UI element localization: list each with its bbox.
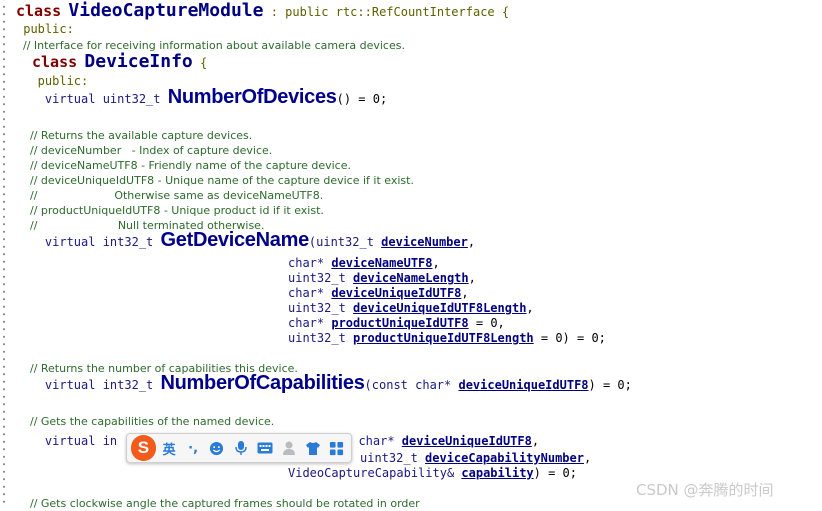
open-brace: { <box>192 56 208 70</box>
code-comment: // Gets clockwise angle the captured fra… <box>16 497 420 510</box>
keyboard-icon[interactable] <box>254 436 275 460</box>
code-line-numberofdevices: virtual uint32_t NumberOfDevices() = 0; <box>16 87 388 107</box>
return-type: virtual int32_t <box>16 235 161 249</box>
code-line-param: t char* deviceUniqueIdUTF8, <box>344 434 539 449</box>
code-line-public: public: <box>16 22 74 36</box>
function-name: NumberOfDevices <box>167 86 337 108</box>
class-name: VideoCaptureModule <box>68 0 264 21</box>
param-sep: , <box>526 301 534 315</box>
param-sep: ) = 0; <box>533 466 577 480</box>
code-line-param: char* deviceUniqueIdUTF8, <box>288 286 469 301</box>
punctuation-toggle-button[interactable]: ·, <box>183 436 204 460</box>
param-name: deviceNumber <box>381 235 468 249</box>
param-type: (uint32_t <box>308 235 382 249</box>
code-line-getcapability: virtual in <box>16 434 118 448</box>
param-type: (const char* <box>364 378 459 392</box>
param-name: productUniqueIdUTF8Length <box>353 331 534 345</box>
keyword-class: class <box>32 53 78 71</box>
param-type: char* <box>288 256 332 270</box>
code-comment: // Returns the available capture devices… <box>16 129 253 142</box>
param-sep: , <box>531 434 540 448</box>
param-sep: , <box>468 271 476 285</box>
code-line-param: uint32_t deviceCapabilityNumber, <box>360 451 591 466</box>
return-type: virtual uint32_t <box>16 92 168 106</box>
smile-icon[interactable] <box>207 436 228 460</box>
param-name: deviceUniqueIdUTF8 <box>401 434 532 448</box>
code-line-param: uint32_t deviceNameLength, <box>288 271 476 286</box>
code-comment: // productUniqueIdUTF8 - Unique product … <box>16 204 324 217</box>
language-toggle-button[interactable]: 英 <box>159 436 180 460</box>
param-name: deviceUniqueIdUTF8 <box>331 286 462 300</box>
param-name: deviceNameUTF8 <box>331 256 433 270</box>
watermark: CSDN @奔腾的时间 <box>636 481 774 499</box>
param-type: uint32_t <box>288 331 354 345</box>
code-comment: // Gets the capabilities of the named de… <box>16 415 275 428</box>
keyword-class: class <box>16 2 62 20</box>
param-name: productUniqueIdUTF8 <box>331 316 469 330</box>
code-comment: // Interface for receiving information a… <box>16 39 405 52</box>
code-line-public: public: <box>16 74 89 88</box>
param-name: capability <box>461 466 534 480</box>
param-sep: = 0, <box>468 316 505 330</box>
code-comment: // deviceUniqueIdUTF8 - Unique name of t… <box>16 174 414 187</box>
code-line-class-deviceinfo: class DeviceInfo { <box>32 51 208 72</box>
param-sep: , <box>467 235 476 249</box>
function-name: GetDeviceName <box>160 229 310 251</box>
code-line-param: char* productUniqueIdUTF8 = 0, <box>288 316 505 331</box>
code-comment: // deviceNameUTF8 - Friendly name of the… <box>16 159 351 172</box>
microphone-icon[interactable] <box>230 436 251 460</box>
code-line-param: VideoCaptureCapability& capability) = 0; <box>288 466 577 481</box>
function-name: NumberOfCapabilities <box>160 372 365 394</box>
signature-tail: () = 0; <box>336 92 388 106</box>
param-name: deviceUniqueIdUTF8Length <box>353 301 527 315</box>
ime-toolbar[interactable]: S 英 ·, <box>126 433 352 463</box>
param-sep: , <box>461 286 469 300</box>
param-type: char* <box>288 286 332 300</box>
code-comment: // deviceNumber - Index of capture devic… <box>16 144 273 157</box>
code-line-param: uint32_t productUniqueIdUTF8Length = 0) … <box>288 331 606 346</box>
sogou-logo-icon[interactable]: S <box>131 435 156 461</box>
code-line-getdevicename: virtual int32_t GetDeviceName(uint32_t d… <box>16 230 476 250</box>
param-type: uint32_t <box>288 271 354 285</box>
param-type: VideoCaptureCapability& <box>288 466 462 480</box>
code-comment: // Otherwise same as deviceNameUTF8. <box>16 189 324 202</box>
code-line-numberofcapabilities: virtual int32_t NumberOfCapabilities(con… <box>16 373 632 393</box>
param-type: uint32_t <box>288 301 354 315</box>
grid-icon[interactable] <box>326 436 347 460</box>
param-sep: ) = 0; <box>588 378 632 392</box>
user-icon[interactable] <box>278 436 299 460</box>
line-gutter <box>0 0 8 507</box>
code-line-param: char* deviceNameUTF8, <box>288 256 440 271</box>
param-name: deviceNameLength <box>353 271 469 285</box>
base-class: : public rtc::RefCountInterface { <box>263 5 510 19</box>
class-name: DeviceInfo <box>84 51 193 72</box>
code-line-class-videocapturemodule: class VideoCaptureModule : public rtc::R… <box>16 0 510 21</box>
return-type: virtual int32_t <box>16 378 161 392</box>
param-type: char* <box>288 316 332 330</box>
param-type: uint32_t <box>360 451 426 465</box>
param-type: t char* <box>344 434 402 448</box>
shirt-icon[interactable] <box>302 436 323 460</box>
param-sep: , <box>583 451 592 465</box>
param-sep: = 0) = 0; <box>533 331 606 345</box>
code-line-param: uint32_t deviceUniqueIdUTF8Length, <box>288 301 534 316</box>
param-name: deviceCapabilityNumber <box>425 451 584 465</box>
param-sep: , <box>432 256 440 270</box>
param-name: deviceUniqueIdUTF8 <box>458 378 589 392</box>
